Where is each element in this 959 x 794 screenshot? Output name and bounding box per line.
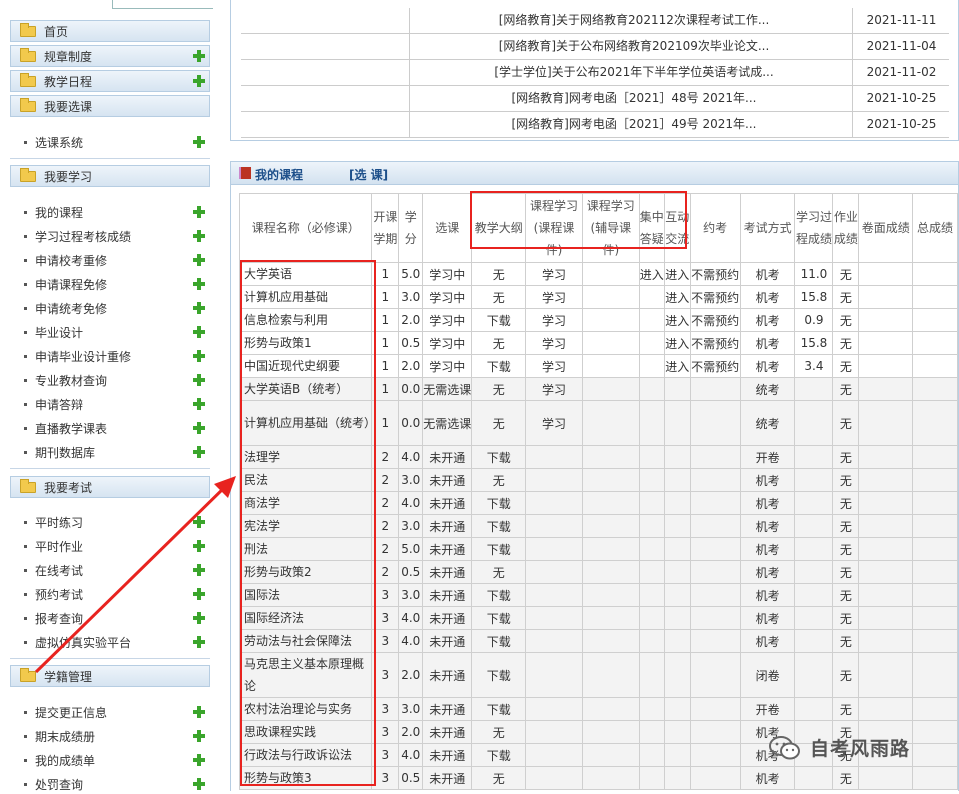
watermark-text: 自考风雨路	[810, 738, 911, 760]
annotation-arrow	[34, 476, 236, 674]
arrow-line	[34, 482, 230, 674]
watermark: 自考风雨路	[768, 734, 910, 761]
wechat-icon	[768, 735, 802, 761]
